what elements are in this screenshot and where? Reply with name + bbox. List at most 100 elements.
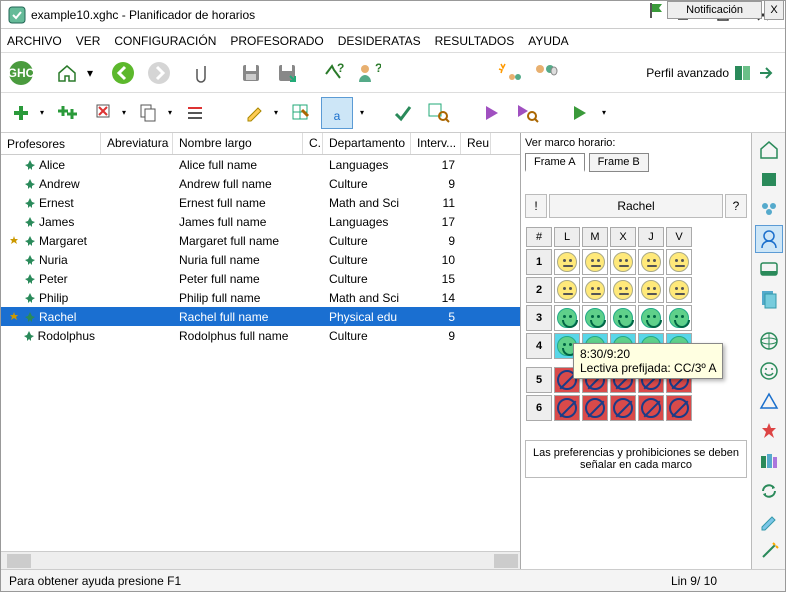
copy-button[interactable] bbox=[133, 97, 165, 129]
add-button[interactable] bbox=[5, 97, 37, 129]
users-button[interactable] bbox=[529, 57, 561, 89]
frame-a-tab[interactable]: Frame A bbox=[525, 153, 585, 172]
bang-button[interactable]: ! bbox=[525, 194, 547, 218]
wizard-button[interactable] bbox=[493, 57, 525, 89]
user-help-button[interactable]: ? bbox=[353, 57, 385, 89]
schedule-cell[interactable] bbox=[666, 249, 692, 275]
sb-globe-icon[interactable] bbox=[755, 327, 783, 355]
col-nombre[interactable]: Nombre largo bbox=[173, 133, 303, 154]
sb-profile-icon[interactable] bbox=[755, 225, 783, 253]
save-as-button[interactable] bbox=[271, 57, 303, 89]
copy-dropdown[interactable]: ▾ bbox=[165, 97, 175, 129]
delete-button[interactable] bbox=[87, 97, 119, 129]
text-dropdown[interactable]: ▾ bbox=[357, 97, 367, 129]
schedule-cell[interactable] bbox=[610, 395, 636, 421]
notification-tab[interactable]: Notificación bbox=[667, 1, 762, 19]
schedule-cell[interactable] bbox=[638, 395, 664, 421]
ghc-button[interactable]: GHC bbox=[5, 57, 37, 89]
col-interv[interactable]: Interv... bbox=[411, 133, 461, 154]
check-button[interactable] bbox=[387, 97, 419, 129]
menu-resultados[interactable]: RESULTADOS bbox=[435, 34, 515, 48]
edit-dropdown[interactable]: ▾ bbox=[271, 97, 281, 129]
schedule-cell[interactable] bbox=[582, 305, 608, 331]
grid-body[interactable]: AliceAlice full nameLanguages17AndrewAnd… bbox=[1, 155, 520, 551]
home-dropdown[interactable]: ▾ bbox=[87, 66, 93, 80]
col-dep[interactable]: Departamento bbox=[323, 133, 411, 154]
play-search-button[interactable] bbox=[511, 97, 543, 129]
schedule-cell[interactable] bbox=[610, 277, 636, 303]
back-button[interactable] bbox=[107, 57, 139, 89]
table-row[interactable]: RodolphusRodolphus full nameCulture9 bbox=[1, 326, 520, 345]
forward-button[interactable] bbox=[143, 57, 175, 89]
add-dropdown[interactable]: ▾ bbox=[37, 97, 47, 129]
frame-b-tab[interactable]: Frame B bbox=[589, 153, 649, 172]
sb-people-icon[interactable] bbox=[755, 195, 783, 223]
flag-icon[interactable] bbox=[647, 1, 665, 19]
schedule-cell[interactable] bbox=[582, 277, 608, 303]
schedule-cell[interactable] bbox=[610, 305, 636, 331]
schedule-cell[interactable] bbox=[554, 277, 580, 303]
sb-home-icon[interactable] bbox=[755, 135, 783, 163]
schedule-cell[interactable] bbox=[554, 395, 580, 421]
save-button[interactable] bbox=[235, 57, 267, 89]
schedule-cell[interactable] bbox=[666, 277, 692, 303]
table-row[interactable]: PhilipPhilip full nameMath and Sci14 bbox=[1, 288, 520, 307]
sb-triangle-icon[interactable] bbox=[755, 387, 783, 415]
add-multi-button[interactable] bbox=[51, 97, 83, 129]
sb-books-icon[interactable] bbox=[755, 447, 783, 475]
schedule-cell[interactable] bbox=[638, 249, 664, 275]
schedule-cell[interactable] bbox=[666, 395, 692, 421]
sb-wand-icon[interactable] bbox=[755, 537, 783, 565]
menu-desideratas[interactable]: DESIDERATAS bbox=[338, 34, 421, 48]
sb-docs-icon[interactable] bbox=[755, 285, 783, 313]
schedule-cell[interactable] bbox=[554, 305, 580, 331]
list-button[interactable] bbox=[179, 97, 211, 129]
menu-archivo[interactable]: ARCHIVO bbox=[7, 34, 62, 48]
run-dropdown[interactable]: ▾ bbox=[599, 97, 609, 129]
menu-ayuda[interactable]: AYUDA bbox=[528, 34, 568, 48]
horizontal-scrollbar[interactable] bbox=[1, 551, 520, 569]
table-row[interactable]: AndrewAndrew full nameCulture9 bbox=[1, 174, 520, 193]
col-abrev[interactable]: Abreviatura bbox=[101, 133, 173, 154]
menu-configuracion[interactable]: CONFIGURACIÓN bbox=[114, 34, 216, 48]
edit-button[interactable] bbox=[239, 97, 271, 129]
table-row[interactable]: NuriaNuria full nameCulture10 bbox=[1, 250, 520, 269]
book-icon[interactable] bbox=[733, 63, 753, 83]
table-row[interactable]: RachelRachel full namePhysical edu5 bbox=[1, 307, 520, 326]
text-button[interactable]: a bbox=[321, 97, 353, 129]
go-icon[interactable] bbox=[757, 64, 775, 82]
col-reu[interactable]: Reu bbox=[461, 133, 491, 154]
play-button[interactable] bbox=[475, 97, 507, 129]
grid-edit-button[interactable] bbox=[285, 97, 317, 129]
table-row[interactable]: MargaretMargaret full nameCulture9 bbox=[1, 231, 520, 250]
table-row[interactable]: PeterPeter full nameCulture15 bbox=[1, 269, 520, 288]
schedule-cell[interactable] bbox=[582, 395, 608, 421]
schedule-cell[interactable] bbox=[554, 249, 580, 275]
schedule-cell[interactable] bbox=[638, 277, 664, 303]
col-profesores[interactable]: Profesores bbox=[1, 133, 101, 154]
schedule-cell[interactable] bbox=[610, 249, 636, 275]
delete-dropdown[interactable]: ▾ bbox=[119, 97, 129, 129]
sb-pencil-icon[interactable] bbox=[755, 507, 783, 535]
schedule-cell[interactable] bbox=[638, 305, 664, 331]
sb-refresh-icon[interactable] bbox=[755, 477, 783, 505]
help-button[interactable]: ? bbox=[317, 57, 349, 89]
sb-panel-icon[interactable] bbox=[755, 255, 783, 283]
table-row[interactable]: JamesJames full nameLanguages17 bbox=[1, 212, 520, 231]
schedule-cell[interactable] bbox=[582, 249, 608, 275]
notification-close[interactable]: X bbox=[764, 0, 784, 20]
sb-smile-icon[interactable] bbox=[755, 357, 783, 385]
attach-button[interactable] bbox=[189, 57, 221, 89]
menu-ver[interactable]: VER bbox=[76, 34, 101, 48]
col-c[interactable]: C... bbox=[303, 133, 323, 154]
schedule-cell[interactable] bbox=[666, 305, 692, 331]
run-button[interactable] bbox=[563, 97, 595, 129]
table-row[interactable]: ErnestErnest full nameMath and Sci11 bbox=[1, 193, 520, 212]
search-button[interactable] bbox=[423, 97, 455, 129]
table-row[interactable]: AliceAlice full nameLanguages17 bbox=[1, 155, 520, 174]
sb-book-icon[interactable] bbox=[755, 165, 783, 193]
sb-star-icon[interactable] bbox=[755, 417, 783, 445]
home-button[interactable] bbox=[51, 57, 83, 89]
menu-profesorado[interactable]: PROFESORADO bbox=[230, 34, 323, 48]
help-q-button[interactable]: ? bbox=[725, 194, 747, 218]
